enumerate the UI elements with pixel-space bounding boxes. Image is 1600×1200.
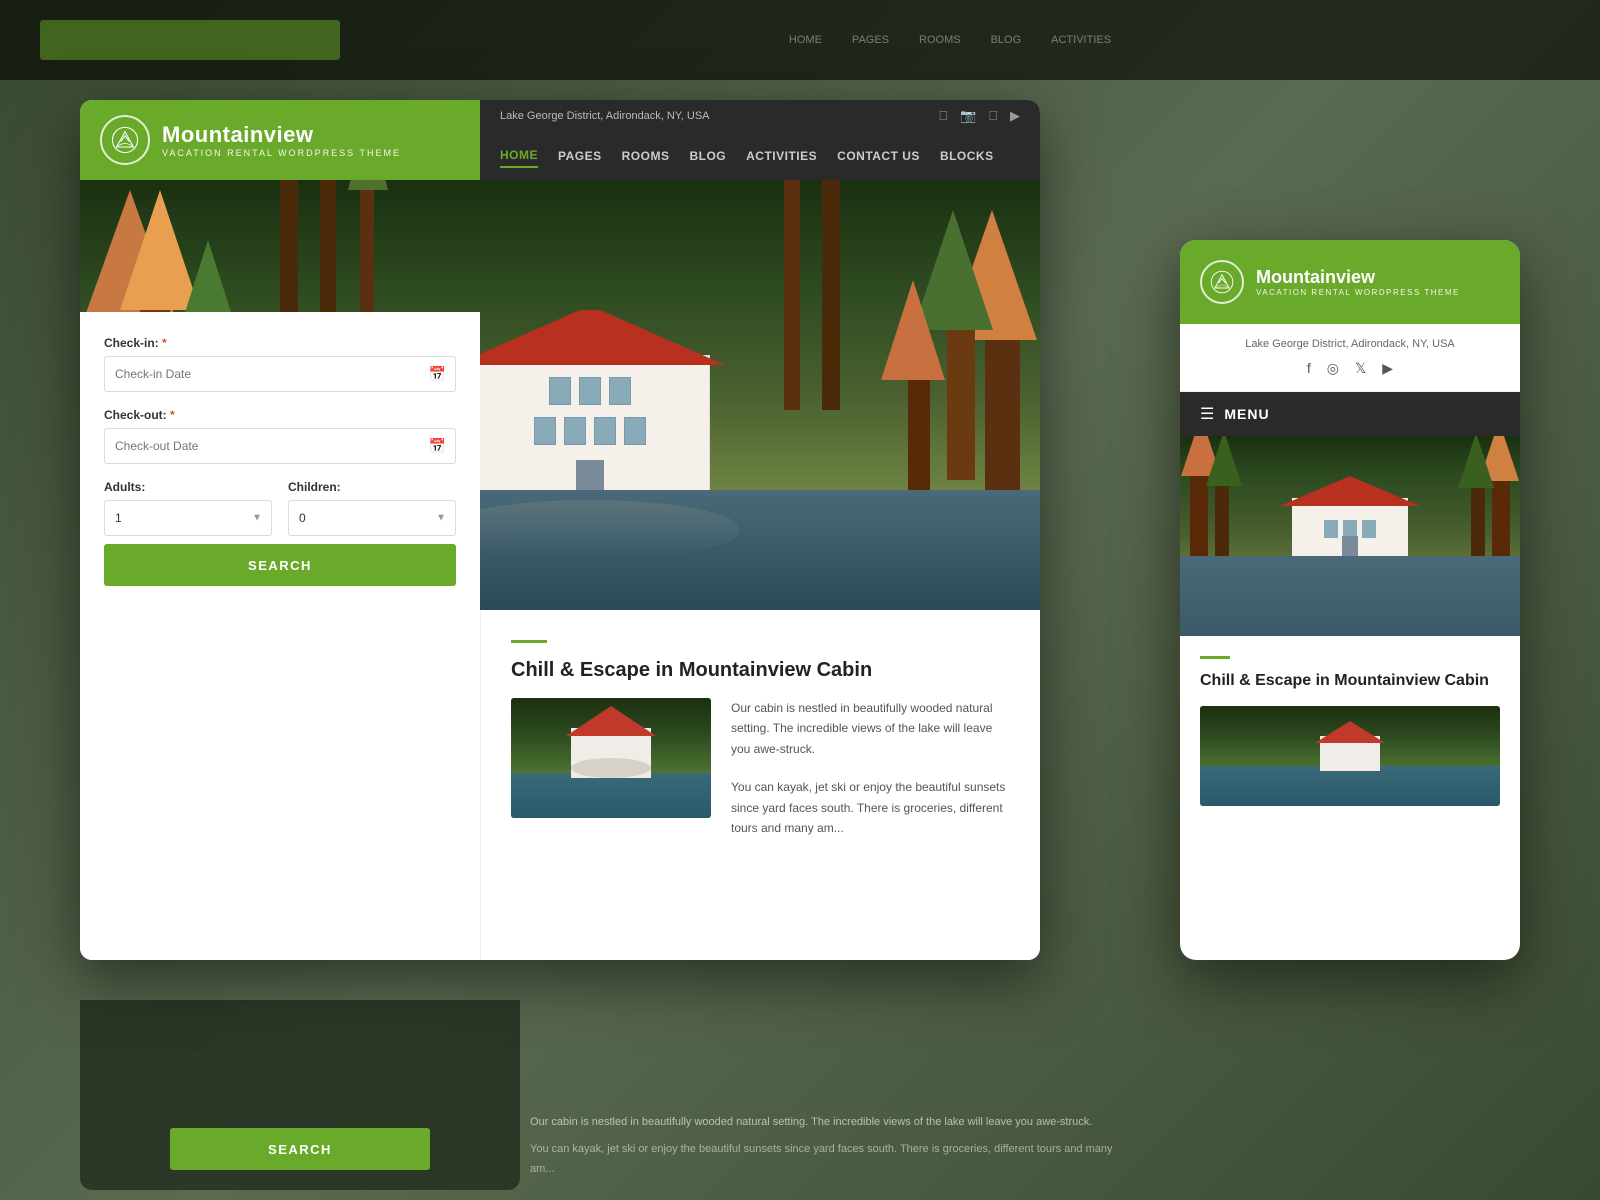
- nav-activities[interactable]: ACTIVITIES: [746, 149, 817, 167]
- desktop-content-left-pad: [80, 610, 480, 960]
- desktop-social-icons:  📷  ▶: [938, 108, 1020, 124]
- nav-contact-us[interactable]: CONTACT US: [837, 149, 920, 167]
- desktop-content-right: Chill & Escape in Mountainview Cabin Our…: [480, 610, 1040, 960]
- search-button[interactable]: SEARCH: [104, 544, 456, 586]
- mobile-youtube-icon[interactable]: ▶: [1382, 360, 1393, 377]
- mobile-thumb-roof: [1315, 721, 1385, 743]
- top-bg-green-block: [40, 20, 340, 60]
- mobile-logo-icon: [1200, 260, 1244, 304]
- children-select[interactable]: 0 1 2 3: [288, 500, 456, 536]
- hamburger-icon: ☰: [1200, 404, 1214, 424]
- checkout-group: Check-out: * 📅: [104, 408, 456, 464]
- nav-blocks[interactable]: BLOCKS: [940, 149, 994, 167]
- checkin-group: Check-in: * 📅: [104, 336, 456, 392]
- top-bg-nav-1: HOME: [789, 34, 822, 46]
- mobile-header: Mountainview VACATION RENTAL WORDPRESS T…: [1180, 240, 1520, 324]
- adults-select-wrapper: 1 2 3 4 ▼: [104, 500, 272, 536]
- content-title: Chill & Escape in Mountainview Cabin: [511, 659, 1010, 682]
- bottom-text-1: Our cabin is nestled in beautifully wood…: [530, 1113, 1130, 1133]
- top-bg-nav-4: BLOG: [991, 34, 1022, 46]
- nav-pages[interactable]: PAGES: [558, 149, 602, 167]
- checkout-input-wrapper: 📅: [104, 428, 456, 464]
- adults-select[interactable]: 1 2 3 4: [104, 500, 272, 536]
- desktop-brand-name: Mountainview: [162, 122, 401, 148]
- checkin-input-wrapper: 📅: [104, 356, 456, 392]
- nav-home[interactable]: HOME: [500, 148, 538, 168]
- youtube-icon[interactable]: ▶: [1010, 108, 1020, 124]
- checkin-required: *: [162, 336, 167, 350]
- mobile-brand-name: Mountainview: [1256, 267, 1460, 288]
- desktop-nav-links: HOME PAGES ROOMS BLOG ACTIVITIES CONTACT…: [500, 148, 1020, 172]
- mobile-location: Lake George District, Adirondack, NY, US…: [1200, 338, 1500, 350]
- instagram-icon[interactable]: 📷: [960, 108, 976, 124]
- mobile-content-title: Chill & Escape in Mountainview Cabin: [1200, 671, 1500, 692]
- desktop-nav-top: Lake George District, Adirondack, NY, US…: [500, 108, 1020, 124]
- bottom-right-content: Our cabin is nestled in beautifully wood…: [530, 1113, 1130, 1180]
- mobile-twitter-icon[interactable]: 𝕏: [1355, 360, 1366, 377]
- desktop-content: Chill & Escape in Mountainview Cabin Our…: [80, 610, 1040, 960]
- mobile-instagram-icon[interactable]: ◎: [1327, 360, 1339, 377]
- mobile-facebook-icon[interactable]: f: [1307, 360, 1311, 377]
- mobile-mockup: Mountainview VACATION RENTAL WORDPRESS T…: [1180, 240, 1520, 960]
- content-body: Our cabin is nestled in beautifully wood…: [511, 698, 1010, 838]
- adults-col: Adults: 1 2 3 4 ▼: [104, 480, 272, 536]
- search-form-panel: Check-in: * 📅 Check-out: * 📅: [80, 312, 480, 610]
- children-col: Children: 0 1 2 3 ▼: [288, 480, 456, 536]
- adults-label: Adults:: [104, 480, 272, 494]
- checkout-label: Check-out: *: [104, 408, 456, 422]
- nav-blog[interactable]: BLOG: [689, 149, 726, 167]
- mobile-thumbnail: [1200, 706, 1500, 806]
- mobile-content-divider: [1200, 656, 1230, 659]
- hero-building: [440, 315, 740, 495]
- mobile-social: f ◎ 𝕏 ▶: [1200, 360, 1500, 377]
- top-bg-nav-2: PAGES: [852, 34, 889, 46]
- mobile-thumb-water: [1200, 766, 1500, 806]
- desktop-nav-area: Lake George District, Adirondack, NY, US…: [480, 100, 1040, 180]
- mobile-content: Chill & Escape in Mountainview Cabin: [1180, 636, 1520, 826]
- desktop-logo-area: Mountainview VACATION RENTAL WORDPRESS T…: [80, 100, 480, 180]
- top-bg-nav-5: ACTIVITIES: [1051, 34, 1111, 46]
- top-bg-bar: HOME PAGES ROOMS BLOG ACTIVITIES: [0, 0, 1600, 80]
- desktop-location: Lake George District, Adirondack, NY, US…: [500, 110, 710, 122]
- twitter-icon[interactable]: : [988, 108, 998, 124]
- desktop-brand-sub: VACATION RENTAL WORDPRESS THEME: [162, 148, 401, 158]
- checkin-calendar-icon: 📅: [429, 366, 446, 383]
- thumb-roof: [566, 706, 656, 736]
- bottom-search-button[interactable]: SEARCH: [170, 1128, 430, 1170]
- desktop-hero: Check-in: * 📅 Check-out: * 📅: [80, 180, 1040, 610]
- top-bg-nav-3: ROOMS: [919, 34, 961, 46]
- mobile-hero-building: [1280, 478, 1420, 558]
- facebook-icon[interactable]: : [938, 108, 948, 124]
- bottom-text-2: You can kayak, jet ski or enjoy the beau…: [530, 1140, 1130, 1180]
- mobile-info-bar: Lake George District, Adirondack, NY, US…: [1180, 324, 1520, 392]
- top-bg-nav: HOME PAGES ROOMS BLOG ACTIVITIES: [340, 34, 1560, 46]
- mobile-menu-label: MENU: [1224, 406, 1269, 422]
- mobile-logo-text: Mountainview VACATION RENTAL WORDPRESS T…: [1256, 267, 1460, 297]
- mobile-hero-water: [1180, 556, 1520, 636]
- checkin-input[interactable]: [104, 356, 456, 392]
- desktop-logo-text: Mountainview VACATION RENTAL WORDPRESS T…: [162, 122, 401, 158]
- children-select-wrapper: 0 1 2 3 ▼: [288, 500, 456, 536]
- children-label: Children:: [288, 480, 456, 494]
- checkout-required: *: [170, 408, 175, 422]
- content-thumbnail: [511, 698, 711, 818]
- checkout-input[interactable]: [104, 428, 456, 464]
- bottom-blur-left: SEARCH: [80, 1000, 520, 1190]
- checkin-label: Check-in: *: [104, 336, 456, 350]
- desktop-header: Mountainview VACATION RENTAL WORDPRESS T…: [80, 100, 1040, 180]
- mobile-nav[interactable]: ☰ MENU: [1180, 392, 1520, 436]
- checkout-calendar-icon: 📅: [429, 438, 446, 455]
- mobile-hero: [1180, 436, 1520, 636]
- thumb-lake: [511, 773, 711, 818]
- nav-rooms[interactable]: ROOMS: [622, 149, 670, 167]
- desktop-mockup: Mountainview VACATION RENTAL WORDPRESS T…: [80, 100, 1040, 960]
- guests-row: Adults: 1 2 3 4 ▼ Children:: [104, 480, 456, 536]
- thumb-reflection: [511, 758, 711, 778]
- content-divider: [511, 640, 547, 643]
- mobile-brand-sub: VACATION RENTAL WORDPRESS THEME: [1256, 288, 1460, 297]
- desktop-logo-icon: [100, 115, 150, 165]
